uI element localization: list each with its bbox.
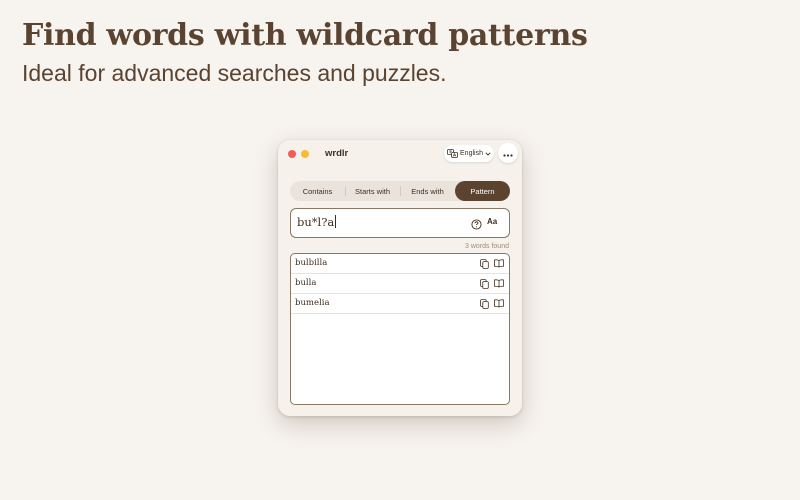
results-count: 3 words found	[465, 243, 509, 250]
search-mode-segmented-control: Contains Starts with Ends with Pattern	[290, 181, 510, 201]
tab-starts-with[interactable]: Starts with	[345, 181, 400, 201]
copy-icon[interactable]	[480, 299, 489, 309]
list-item[interactable]: bumelia	[291, 294, 509, 314]
question-circle-icon[interactable]	[471, 217, 482, 235]
results-list: bulbilla bulla bumelia	[290, 253, 510, 405]
tab-ends-with[interactable]: Ends with	[400, 181, 455, 201]
book-icon[interactable]	[494, 279, 504, 289]
pattern-search-field[interactable]: bu*l?a Aa	[290, 208, 510, 238]
book-icon[interactable]	[494, 299, 504, 309]
book-icon[interactable]	[494, 259, 504, 269]
text-cursor	[335, 215, 337, 228]
copy-icon[interactable]	[480, 279, 489, 289]
tab-contains[interactable]: Contains	[290, 181, 345, 201]
hero-subtitle: Ideal for advanced searches and puzzles.	[22, 60, 447, 86]
tab-pattern[interactable]: Pattern	[455, 181, 510, 201]
search-input-value[interactable]: bu*l?a	[297, 215, 337, 229]
translate-icon	[447, 149, 458, 158]
case-sensitivity-button[interactable]: Aa	[487, 217, 497, 226]
list-item[interactable]: bulbilla	[291, 254, 509, 274]
result-word: bulbilla	[295, 258, 328, 268]
copy-icon[interactable]	[480, 259, 489, 269]
hero-title: Find words with wildcard patterns	[22, 18, 588, 53]
chevron-down-icon	[485, 151, 491, 156]
list-item[interactable]: bulla	[291, 274, 509, 294]
language-label: English	[460, 150, 483, 157]
close-window-button[interactable]	[288, 150, 296, 158]
result-word: bumelia	[295, 298, 330, 308]
ellipsis-icon	[503, 144, 513, 162]
app-title: wrdlr	[325, 148, 349, 159]
minimize-window-button[interactable]	[301, 150, 309, 158]
more-options-button[interactable]	[498, 143, 518, 163]
app-window: wrdlr English Contains Starts with Ends …	[278, 140, 522, 416]
language-button[interactable]: English	[444, 145, 494, 162]
result-word: bulla	[295, 278, 317, 288]
